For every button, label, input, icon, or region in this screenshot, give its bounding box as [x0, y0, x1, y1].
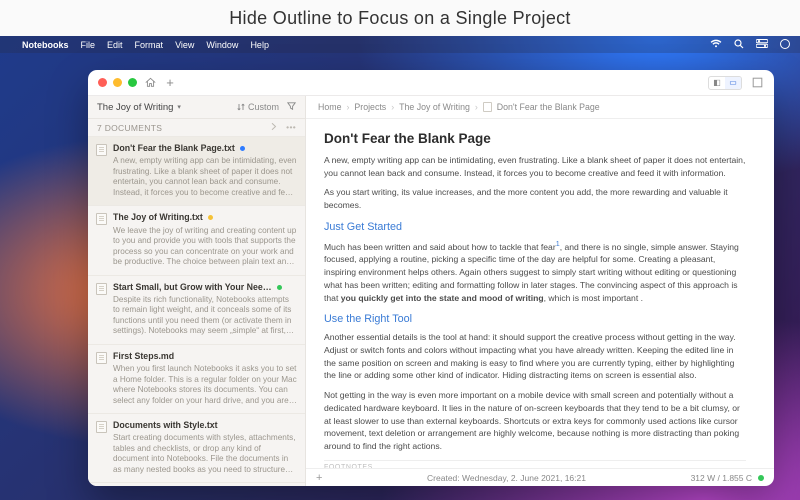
document-list-item[interactable]: Don't Fear the Blank Page.txt A new, empt…: [88, 137, 305, 206]
macos-menubar: Notebooks File Edit Format View Window H…: [0, 36, 800, 53]
crumb-home[interactable]: Home: [318, 102, 341, 112]
document-list-item[interactable]: The Joy of Writing.txt We leave the joy o…: [88, 206, 305, 275]
menu-help[interactable]: Help: [250, 40, 269, 50]
menu-file[interactable]: File: [81, 40, 96, 50]
document-list-item[interactable]: Documents with Style.txt Start creating d…: [88, 414, 305, 483]
heading-tool: Use the Right Tool: [324, 313, 746, 325]
document-count-label: 7 DOCUMENTS •••: [88, 119, 305, 137]
document-icon: [96, 352, 107, 364]
status-indicator-icon: [758, 475, 764, 481]
window-titlebar: + ◧ ▭: [88, 70, 774, 96]
document-item-preview: Start creating documents with styles, at…: [113, 433, 297, 475]
paragraph: Not getting in the way is even more impo…: [324, 389, 746, 453]
document-icon: [96, 283, 107, 295]
menu-window[interactable]: Window: [206, 40, 238, 50]
home-button[interactable]: [143, 76, 157, 90]
created-date-label: Created: Wednesday, 2. June 2021, 16:21: [322, 473, 690, 483]
chevron-down-icon: ▾: [177, 103, 181, 111]
document-list-item[interactable]: First Steps.md When you first launch Note…: [88, 345, 305, 414]
hero-caption: Hide Outline to Focus on a Single Projec…: [0, 0, 800, 36]
document-item-title: First Steps.md: [113, 351, 174, 362]
document-item-preview: A new, empty writing app can be intimida…: [113, 156, 297, 198]
view-mode-sidebar-icon[interactable]: ▭: [725, 77, 741, 89]
siri-icon[interactable]: [780, 39, 790, 51]
document-item-title: The Joy of Writing.txt: [113, 212, 203, 223]
paragraph: A new, empty writing app can be intimida…: [324, 154, 746, 179]
menu-format[interactable]: Format: [135, 40, 164, 50]
document-item-preview: Despite its rich functionality, Notebook…: [113, 295, 297, 337]
document-title: Don't Fear the Blank Page: [324, 131, 746, 146]
book-title-dropdown[interactable]: The Joy of Writing▾: [97, 102, 181, 113]
color-tag-icon: [240, 146, 245, 151]
menu-edit[interactable]: Edit: [107, 40, 123, 50]
view-mode-panes-icon[interactable]: ◧: [709, 77, 725, 89]
word-char-count: 312 W / 1.855 C: [691, 473, 752, 483]
view-mode-toggle[interactable]: ◧ ▭: [708, 76, 742, 90]
control-center-icon[interactable]: [756, 39, 768, 50]
document-list[interactable]: Don't Fear the Blank Page.txt A new, empt…: [88, 137, 305, 486]
crumb-projects[interactable]: Projects: [354, 102, 386, 112]
color-tag-icon: [277, 285, 282, 290]
document-list-sidebar: The Joy of Writing▾ Custom 7 DOCUMENTS: [88, 96, 306, 486]
sidebar-action-icon[interactable]: [269, 122, 278, 133]
color-tag-icon: [208, 215, 213, 220]
document-icon: [96, 421, 107, 433]
window-zoom-button[interactable]: [128, 78, 137, 87]
heading-started: Just Get Started: [324, 221, 746, 233]
wifi-icon[interactable]: [710, 39, 722, 50]
document-icon: [96, 144, 107, 156]
expand-button[interactable]: [750, 76, 764, 90]
document-icon: [96, 213, 107, 225]
sort-button[interactable]: Custom: [237, 102, 279, 112]
paragraph: As you start writing, its value increase…: [324, 186, 746, 211]
document-item-title: Start Small, but Grow with Your Nee…: [113, 282, 272, 293]
page-icon: [483, 102, 492, 112]
sidebar-more-icon[interactable]: •••: [286, 122, 296, 133]
paragraph: Much has been written and said about how…: [324, 239, 746, 304]
document-list-item[interactable]: Start Small, but Grow with Your Nee… Desp…: [88, 276, 305, 345]
document-item-title: Documents with Style.txt: [113, 420, 218, 431]
filter-icon[interactable]: [287, 102, 296, 113]
new-button[interactable]: +: [163, 76, 177, 90]
footnote-divider: [324, 460, 746, 461]
app-window: + ◧ ▭ The Joy of Writing▾: [88, 70, 774, 486]
document-item-title: Don't Fear the Blank Page.txt: [113, 143, 235, 154]
status-bar: + Created: Wednesday, 2. June 2021, 16:2…: [306, 468, 774, 486]
app-menu[interactable]: Notebooks: [22, 40, 69, 50]
window-close-button[interactable]: [98, 78, 107, 87]
document-content[interactable]: Don't Fear the Blank Page A new, empty w…: [306, 119, 774, 468]
editor-pane: Home› Projects› The Joy of Writing› Don'…: [306, 96, 774, 486]
document-item-preview: When you first launch Notebooks it asks …: [113, 364, 297, 406]
breadcrumb: Home› Projects› The Joy of Writing› Don'…: [306, 96, 774, 119]
document-item-preview: We leave the joy of writing and creating…: [113, 226, 297, 268]
crumb-book[interactable]: The Joy of Writing: [399, 102, 470, 112]
desktop-wallpaper: Notebooks File Edit Format View Window H…: [0, 36, 800, 500]
window-minimize-button[interactable]: [113, 78, 122, 87]
crumb-document[interactable]: Don't Fear the Blank Page: [497, 102, 600, 112]
menu-view[interactable]: View: [175, 40, 194, 50]
spotlight-icon[interactable]: [734, 39, 744, 51]
paragraph: Another essential details is the tool at…: [324, 331, 746, 382]
document-list-item[interactable]: The Options.htmlWe do not list all optio…: [88, 483, 305, 486]
